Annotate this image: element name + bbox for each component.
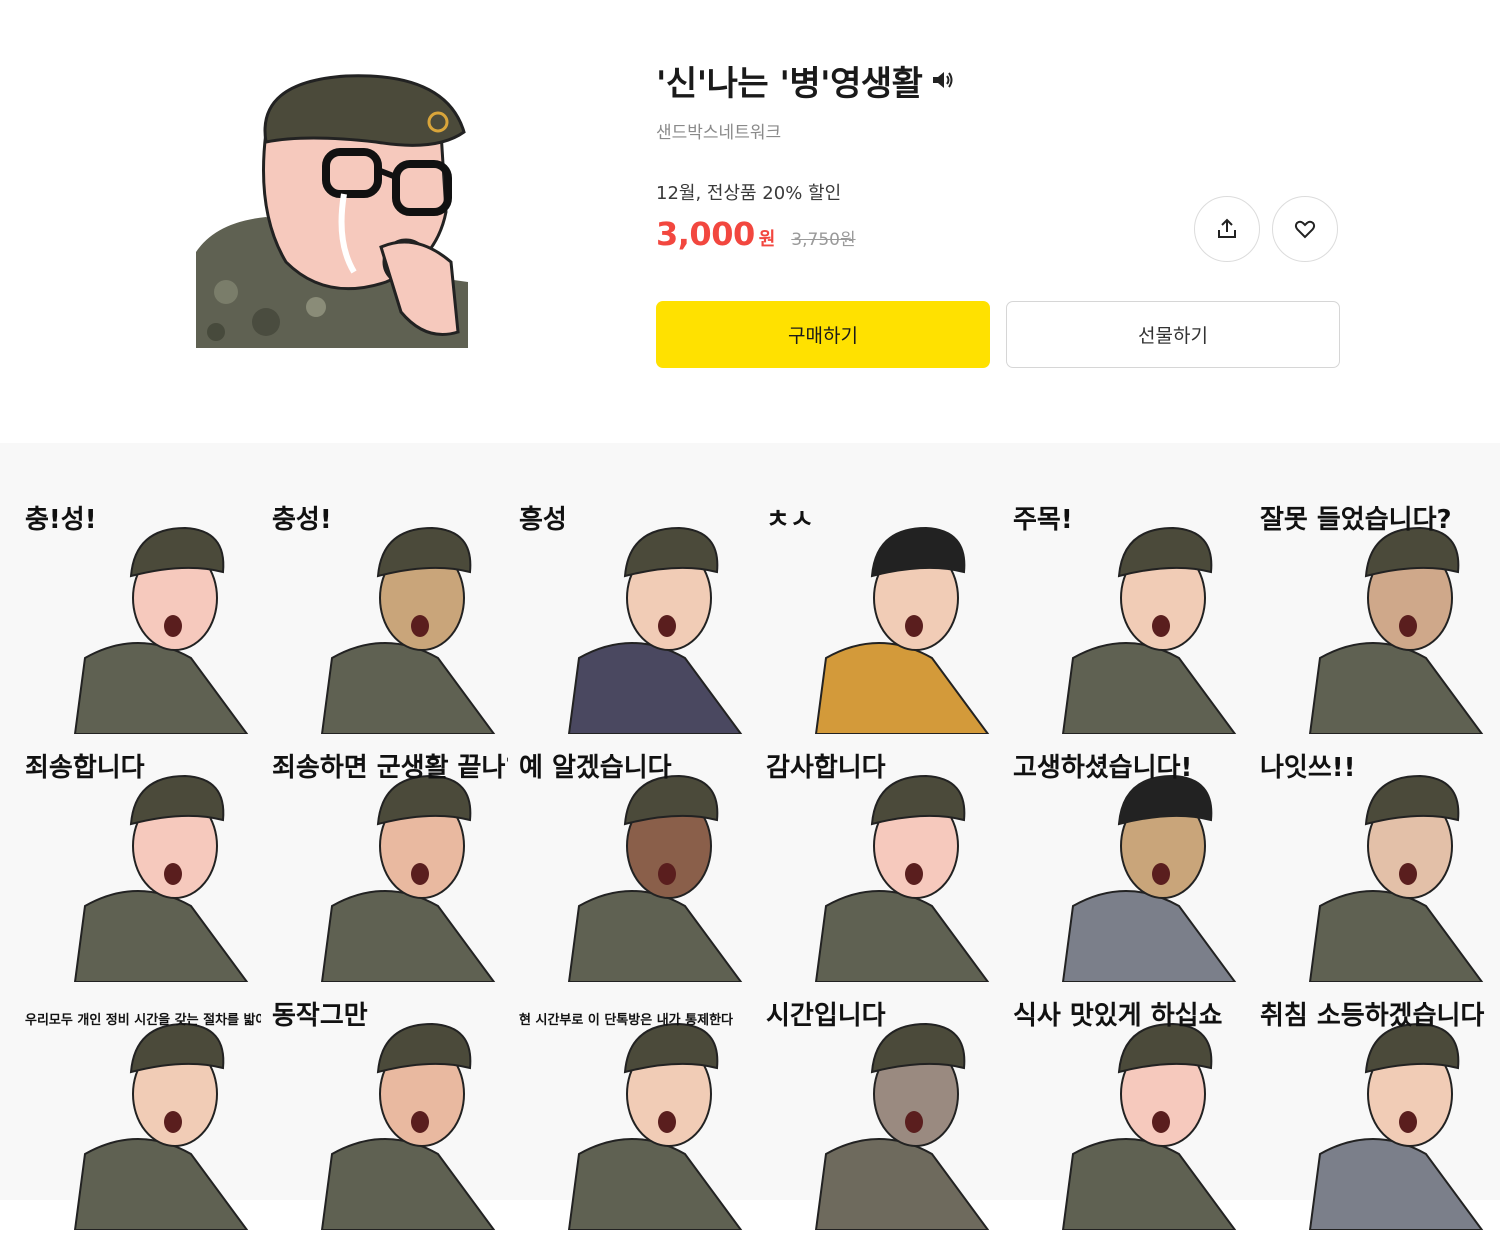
- sticker-caption: 고생하셨습니다!: [1013, 753, 1192, 783]
- sticker-caption: 흥성: [519, 505, 567, 535]
- sticker-image: 고생하셨습니다!: [1013, 753, 1237, 983]
- sticker-caption: 충성!: [272, 505, 332, 535]
- sticker-item[interactable]: 흥성: [509, 488, 755, 735]
- sticker-image: 우리모두 개인 정비 시간을 갖는 절차를 밟아 보도록 하자!: [25, 1012, 342, 1231]
- heart-icon: [1294, 220, 1316, 239]
- sticker-item[interactable]: 취침 소등하겠습니다: [1250, 984, 1496, 1231]
- sticker-caption: 동작그만: [272, 1001, 368, 1031]
- product-cover-image: [196, 72, 468, 348]
- sticker-caption: ㅊㅅ: [766, 505, 814, 535]
- sticker-item[interactable]: 시간입니다: [756, 984, 1002, 1231]
- sticker-item[interactable]: 주목!: [1003, 488, 1249, 735]
- sticker-item[interactable]: 잘못 들었습니다?: [1250, 488, 1496, 735]
- sticker-caption: 우리모두 개인 정비 시간을 갖는 절차를 밟아 보도록 하자!: [25, 1012, 261, 1028]
- original-price: 3,750원: [791, 230, 856, 250]
- buy-button[interactable]: 구매하기: [656, 301, 990, 368]
- price-unit: 원: [758, 229, 776, 250]
- action-buttons: 구매하기 선물하기: [656, 301, 1340, 368]
- sticker-item[interactable]: 동작그만: [262, 984, 508, 1231]
- sticker-image: 예 알겠습니다: [519, 753, 743, 983]
- sticker-item[interactable]: 고생하셨습니다!: [1003, 736, 1249, 983]
- sticker-item[interactable]: 죄송합니다: [15, 736, 261, 983]
- sticker-item[interactable]: 감사합니다: [756, 736, 1002, 983]
- sticker-item[interactable]: 나잇쓰!!: [1250, 736, 1496, 983]
- share-icon: [1218, 218, 1236, 238]
- sticker-image: 죄송합니다: [25, 753, 249, 983]
- sticker-grid: 충!성! 충성! 흥성 ㅊㅅ 주목! 잘못 들었습니다? 죄송합니다 죄송하면 군생활 끝나?…: [0, 443, 1500, 1231]
- sticker-item[interactable]: 충성!: [262, 488, 508, 735]
- sticker-image: 주목!: [1013, 505, 1237, 735]
- sticker-caption: 죄송합니다: [25, 753, 145, 783]
- sticker-image: 죄송하면 군생활 끝나?: [272, 753, 520, 983]
- sticker-caption: 죄송하면 군생활 끝나?: [272, 753, 508, 783]
- sticker-image: 잘못 들었습니다?: [1260, 505, 1484, 735]
- sticker-caption: 현 시간부로 이 단톡방은 내가 통제한다: [519, 1012, 733, 1028]
- sticker-caption: 잘못 들었습니다?: [1260, 505, 1452, 535]
- sticker-image: 식사 맛있게 하십쇼: [1013, 1001, 1237, 1231]
- sticker-image: 충성!: [272, 505, 496, 735]
- sticker-item[interactable]: 우리모두 개인 정비 시간을 갖는 절차를 밟아 보도록 하자!: [15, 984, 342, 1231]
- gift-button[interactable]: 선물하기: [1006, 301, 1340, 368]
- sticker-image: ㅊㅅ: [766, 505, 990, 735]
- sticker-caption: 식사 맛있게 하십쇼: [1013, 1001, 1223, 1031]
- sticker-caption: 나잇쓰!!: [1260, 753, 1355, 783]
- product-title: '신'나는 '병'영생활: [656, 63, 923, 104]
- product-author[interactable]: 샌드박스네트워크: [656, 118, 1340, 143]
- share-button[interactable]: [1194, 196, 1260, 262]
- sticker-item[interactable]: 현 시간부로 이 단톡방은 내가 통제한다: [509, 984, 755, 1231]
- speaker-icon[interactable]: [930, 67, 956, 93]
- sticker-caption: 주목!: [1013, 505, 1073, 535]
- sticker-caption: 시간입니다: [766, 1001, 886, 1031]
- sticker-item[interactable]: ㅊㅅ: [756, 488, 1002, 735]
- like-button[interactable]: [1272, 196, 1338, 262]
- sticker-item[interactable]: 죄송하면 군생활 끝나?: [262, 736, 520, 983]
- sticker-item[interactable]: 충!성!: [15, 488, 261, 735]
- sticker-caption: 감사합니다: [766, 753, 886, 783]
- sticker-image: 충!성!: [25, 505, 249, 735]
- sticker-caption: 예 알겠습니다: [519, 753, 672, 783]
- sale-price: 3,000: [656, 215, 755, 253]
- sticker-item[interactable]: 식사 맛있게 하십쇼: [1003, 984, 1249, 1231]
- sticker-image: 흥성: [519, 505, 743, 735]
- sticker-image: 감사합니다: [766, 753, 990, 983]
- sticker-image: 시간입니다: [766, 1001, 990, 1231]
- sticker-caption: 취침 소등하겠습니다: [1260, 1001, 1484, 1031]
- product-info: '신'나는 '병'영생활 샌드박스네트워크 12월, 전상품 20% 할인 3,…: [656, 56, 1340, 368]
- sticker-image: 동작그만: [272, 1001, 496, 1231]
- sticker-item[interactable]: 예 알겠습니다: [509, 736, 755, 983]
- sticker-image: 나잇쓰!!: [1260, 753, 1484, 983]
- sticker-caption: 충!성!: [25, 505, 97, 535]
- sticker-image: 취침 소등하겠습니다: [1260, 1001, 1484, 1231]
- product-header: '신'나는 '병'영생활 샌드박스네트워크 12월, 전상품 20% 할인 3,…: [0, 0, 1500, 443]
- sticker-image: 현 시간부로 이 단톡방은 내가 통제한다: [519, 1012, 743, 1231]
- title-row: '신'나는 '병'영생활: [656, 56, 1340, 104]
